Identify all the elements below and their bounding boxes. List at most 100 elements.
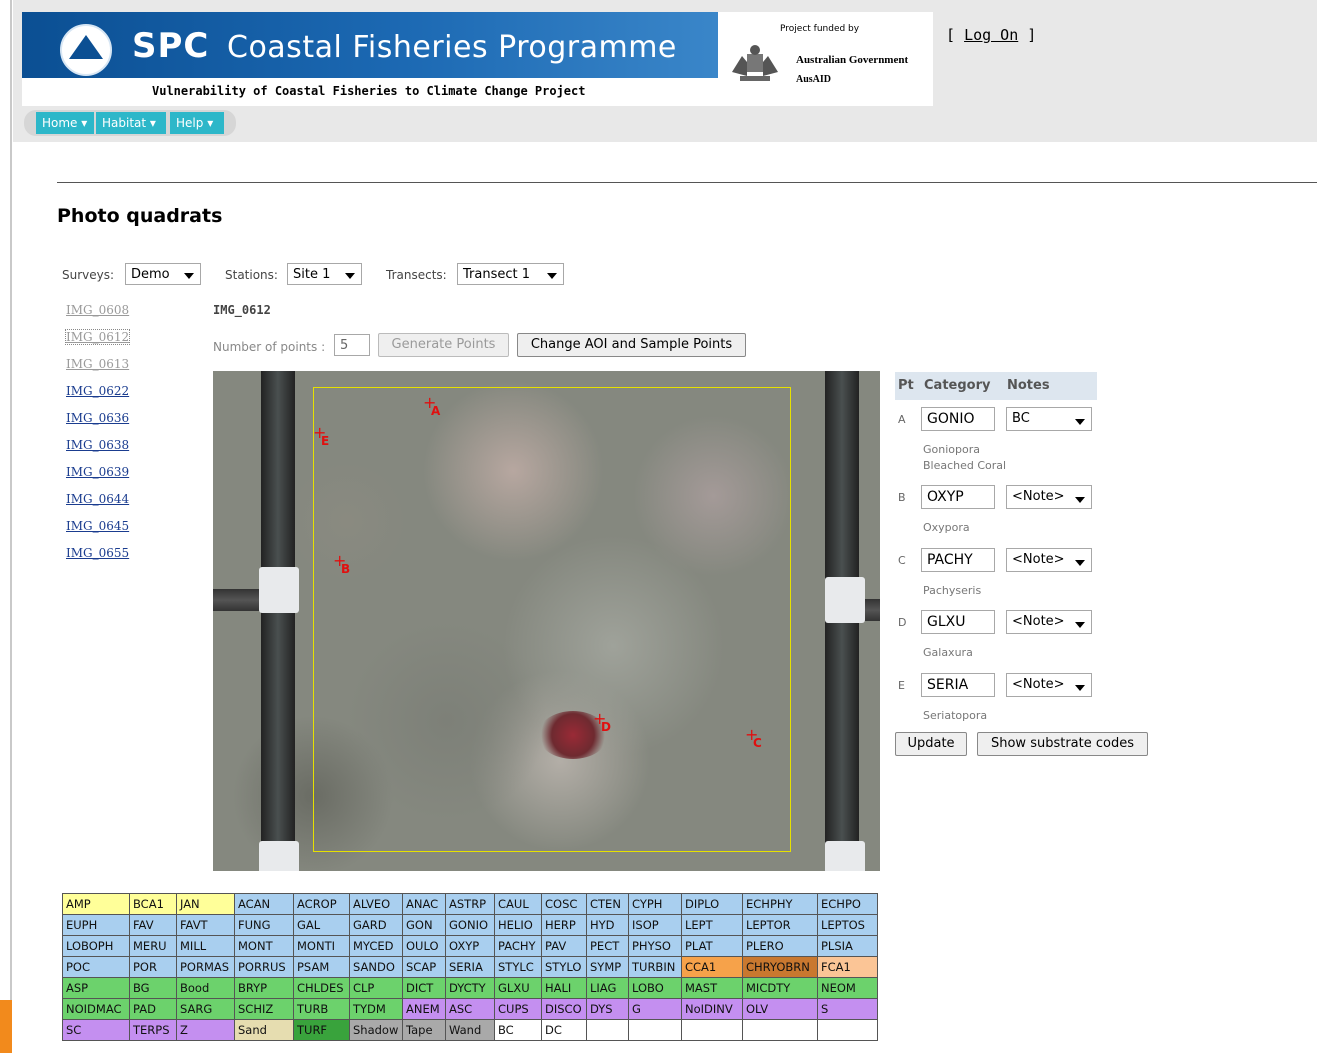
nav-habitat[interactable]: Habitat ▾ bbox=[96, 112, 166, 134]
category-input[interactable]: PACHY bbox=[921, 548, 995, 572]
substrate-code-cell: Tape bbox=[402, 1019, 446, 1041]
area-of-interest-box[interactable] bbox=[313, 387, 791, 852]
substrate-code-cell: MONT bbox=[234, 935, 294, 957]
substrate-code-cell: GLXU bbox=[494, 977, 542, 999]
image-link[interactable]: IMG_0638 bbox=[66, 438, 129, 452]
left-border bbox=[10, 0, 12, 1053]
note-select[interactable]: BC bbox=[1006, 407, 1092, 431]
image-link[interactable]: IMG_0622 bbox=[66, 384, 129, 398]
substrate-code-cell: HERP bbox=[541, 914, 587, 936]
divider bbox=[57, 182, 1317, 183]
dropdown-arrow-icon bbox=[184, 273, 194, 279]
substrate-code-cell: BCA1 bbox=[129, 893, 177, 915]
note-select[interactable]: <Note> bbox=[1006, 673, 1092, 697]
substrate-code-cell: TERPS bbox=[129, 1019, 177, 1041]
page-title: Photo quadrats bbox=[57, 205, 223, 227]
update-button[interactable]: Update bbox=[895, 732, 967, 756]
category-description: Goniopora Bleached Coral bbox=[923, 442, 1006, 474]
substrate-code-cell: PHYSO bbox=[628, 935, 682, 957]
substrate-code-row: NOIDMAC PAD SARG SCHIZ TURB TYDM ANEM ASC CUPS DI… bbox=[62, 998, 878, 1020]
category-name: Pachyseris bbox=[923, 584, 982, 597]
substrate-code-cell bbox=[817, 1019, 878, 1041]
transects-select[interactable]: Transect 1 bbox=[457, 263, 564, 285]
project-subtitle-bar: Vulnerability of Coastal Fisheries to Cl… bbox=[22, 78, 718, 106]
substrate-code-cell: DYCTY bbox=[445, 977, 495, 999]
substrate-code-cell: ALVEO bbox=[349, 893, 403, 915]
project-subtitle: Vulnerability of Coastal Fisheries to Cl… bbox=[152, 84, 586, 98]
substrate-code-row: ASP BG Bood BRYP CHLDES CLP DICT DYCTY GLXU HALI L… bbox=[62, 977, 878, 999]
substrate-code-cell: FAVT bbox=[176, 914, 235, 936]
image-link[interactable]: IMG_0636 bbox=[66, 411, 129, 425]
note-select[interactable]: <Note> bbox=[1006, 548, 1092, 572]
substrate-code-cell: CAUL bbox=[494, 893, 542, 915]
category-input[interactable]: SERIA bbox=[921, 673, 995, 697]
note-value: <Note> bbox=[1012, 677, 1065, 692]
logon-link[interactable]: Log On bbox=[964, 26, 1018, 44]
substrate-code-cell: DISCO bbox=[541, 998, 587, 1020]
nav-home[interactable]: Home ▾ bbox=[36, 112, 94, 134]
category-input[interactable]: GLXU bbox=[921, 610, 995, 634]
sample-point-label: D bbox=[601, 720, 611, 734]
point-letter: A bbox=[898, 413, 906, 426]
stations-label: Stations: bbox=[225, 268, 278, 282]
logon-area: [ Log On ] bbox=[946, 26, 1037, 44]
quadrat-photo[interactable]: + A + B + C + D + E bbox=[213, 371, 880, 871]
substrate-code-cell: POC bbox=[62, 956, 130, 978]
image-link[interactable]: IMG_0644 bbox=[66, 492, 129, 506]
category-input[interactable]: GONIO bbox=[921, 407, 995, 431]
substrate-code-cell: DIPLO bbox=[681, 893, 743, 915]
substrate-code-cell: POR bbox=[129, 956, 177, 978]
header-pt: Pt bbox=[898, 378, 914, 393]
substrate-code-cell: CTEN bbox=[586, 893, 629, 915]
substrate-code-cell: MONTI bbox=[293, 935, 350, 957]
image-link[interactable]: IMG_0608 bbox=[66, 303, 129, 317]
substrate-code-cell: PACHY bbox=[494, 935, 542, 957]
transects-value: Transect 1 bbox=[463, 267, 530, 282]
substrate-code-cell: Shadow bbox=[349, 1019, 403, 1041]
current-image-name: IMG_0612 bbox=[213, 303, 271, 317]
note-select[interactable]: <Note> bbox=[1006, 485, 1092, 509]
change-aoi-button[interactable]: Change AOI and Sample Points bbox=[517, 333, 746, 357]
show-substrate-codes-button[interactable]: Show substrate codes bbox=[977, 732, 1148, 756]
category-description: Galaxura bbox=[923, 645, 973, 661]
image-link[interactable]: IMG_0655 bbox=[66, 546, 129, 560]
nav-home-label: Home bbox=[42, 116, 78, 130]
substrate-code-cell: COSC bbox=[541, 893, 587, 915]
image-link[interactable]: IMG_0613 bbox=[66, 357, 129, 371]
points-input[interactable]: 5 bbox=[334, 334, 370, 356]
quadrat-clamp bbox=[259, 841, 299, 871]
substrate-code-cell: CCA1 bbox=[681, 956, 743, 978]
category-input[interactable]: OXYP bbox=[921, 485, 995, 509]
substrate-code-cell: SYMP bbox=[586, 956, 629, 978]
substrate-code-cell: GARD bbox=[349, 914, 403, 936]
substrate-code-cell: PLERO bbox=[742, 935, 818, 957]
substrate-code-cell: PORMAS bbox=[176, 956, 235, 978]
substrate-code-cell: HYD bbox=[586, 914, 629, 936]
substrate-code-cell: LOBO bbox=[628, 977, 682, 999]
note-description: Bleached Coral bbox=[923, 459, 1007, 472]
point-letter: D bbox=[898, 616, 907, 629]
category-name: Galaxura bbox=[923, 646, 973, 659]
nav-help[interactable]: Help ▾ bbox=[170, 112, 224, 134]
substrate-code-cell: CHLDES bbox=[293, 977, 350, 999]
image-link[interactable]: IMG_0612 bbox=[64, 329, 131, 345]
substrate-code-cell: PLAT bbox=[681, 935, 743, 957]
stations-select[interactable]: Site 1 bbox=[287, 263, 362, 285]
note-select[interactable]: <Note> bbox=[1006, 610, 1092, 634]
image-link[interactable]: IMG_0645 bbox=[66, 519, 129, 533]
substrate-code-cell: OXYP bbox=[445, 935, 495, 957]
spc-logo-icon bbox=[60, 24, 112, 76]
substrate-code-table: AMP BCA1 JAN ACAN ACROP ALVEO ANAC ASTRP CAUL COS… bbox=[62, 893, 878, 1041]
substrate-code-cell: CLP bbox=[349, 977, 403, 999]
surveys-select[interactable]: Demo bbox=[125, 263, 201, 285]
sample-point-label: A bbox=[431, 404, 441, 418]
agency-text: AusAID bbox=[796, 74, 832, 85]
substrate-code-cell: Bood bbox=[176, 977, 235, 999]
generate-points-button[interactable]: Generate Points bbox=[378, 333, 509, 357]
substrate-code-cell bbox=[681, 1019, 743, 1041]
substrate-code-cell: FCA1 bbox=[817, 956, 878, 978]
sample-point-label: B bbox=[341, 562, 351, 576]
image-link[interactable]: IMG_0639 bbox=[66, 465, 129, 479]
substrate-code-cell: MICDTY bbox=[742, 977, 818, 999]
substrate-code-cell: ACROP bbox=[293, 893, 350, 915]
